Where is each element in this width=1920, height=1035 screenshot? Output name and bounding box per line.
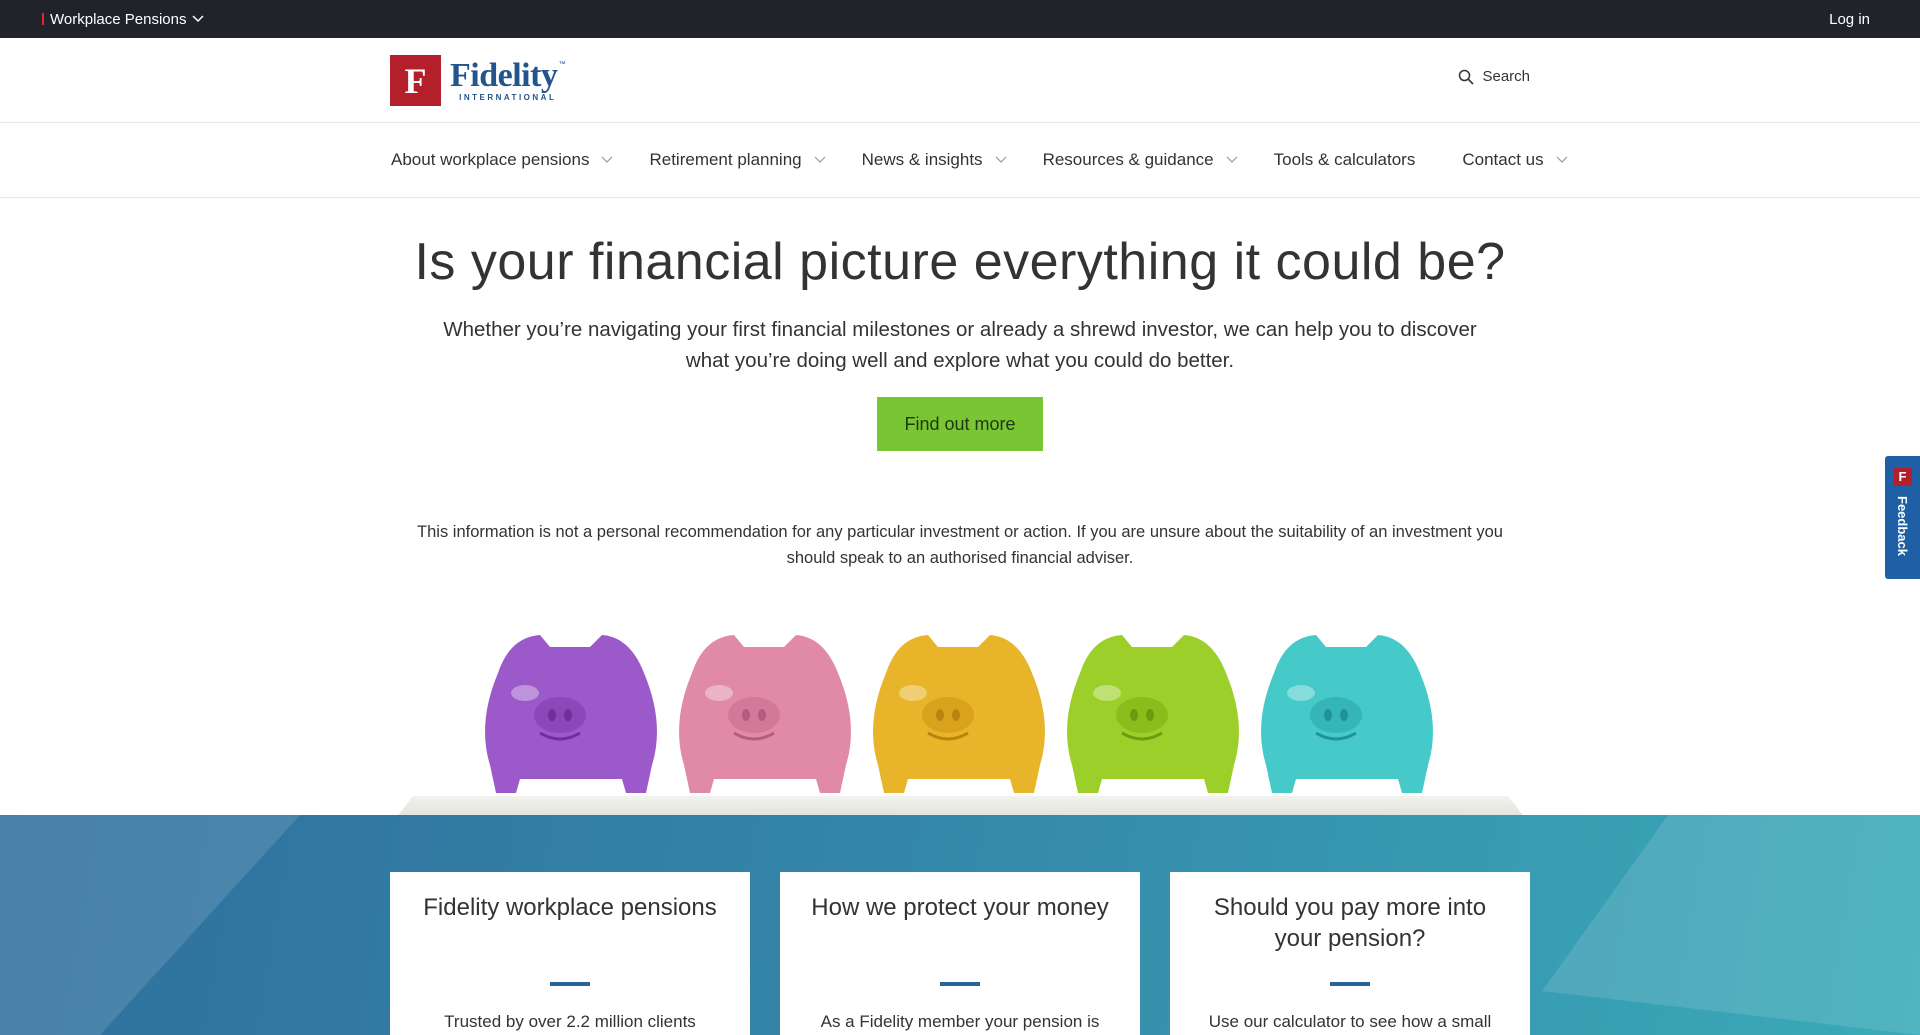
card-title: Fidelity workplace pensions bbox=[423, 894, 717, 921]
card-divider bbox=[550, 982, 590, 986]
site-header: F Fidelity ™ INTERNATIONAL Search bbox=[0, 38, 1920, 123]
search-icon bbox=[1459, 69, 1475, 85]
chevron-down-icon bbox=[1226, 156, 1238, 163]
card-text: Trusted by over 2.2 million clients bbox=[444, 1012, 696, 1031]
top-utility-bar: Workplace Pensions Log in bbox=[0, 0, 1920, 38]
feedback-logo-icon: F bbox=[1893, 468, 1912, 486]
nav-item-label: Retirement planning bbox=[649, 150, 802, 169]
logo-word: Fidelity bbox=[450, 57, 558, 94]
chevron-down-icon bbox=[1556, 156, 1568, 163]
hero-lead: Whether you’re navigating your first fin… bbox=[443, 318, 1477, 372]
background-facet bbox=[1542, 815, 1920, 1035]
site-switcher-label: Workplace Pensions bbox=[50, 10, 187, 28]
card-title: Should you pay more into your pension? bbox=[1213, 894, 1487, 952]
logo-mark: F bbox=[390, 55, 441, 106]
card-title: How we protect your money bbox=[811, 894, 1109, 921]
card-text: As a Fidelity member your pension is bbox=[820, 1012, 1100, 1031]
card-pay-more-into-pension[interactable]: Should you pay more into your pension? U… bbox=[1170, 872, 1530, 1035]
piggy-bank-teal bbox=[1261, 635, 1433, 793]
nav-item-label: Resources & guidance bbox=[1042, 150, 1214, 169]
logo-wordmark: Fidelity ™ INTERNATIONAL bbox=[450, 55, 566, 103]
nav-item-retirement-planning[interactable]: Retirement planning bbox=[649, 150, 826, 170]
hero-section: Is your financial picture everything it … bbox=[0, 232, 1920, 571]
search-label: Search bbox=[1482, 68, 1530, 85]
nav-item-tools-calculators[interactable]: Tools & calculators bbox=[1274, 150, 1416, 170]
chevron-down-icon bbox=[192, 15, 204, 23]
nav-item-label: News & insights bbox=[861, 150, 983, 169]
login-link[interactable]: Log in bbox=[1829, 11, 1870, 28]
card-divider bbox=[940, 982, 980, 986]
piggy-bank-banner-image bbox=[0, 611, 1920, 826]
nav-item-resources-guidance[interactable]: Resources & guidance bbox=[1043, 150, 1238, 170]
chevron-down-icon bbox=[814, 156, 826, 163]
piggy-bank-pink bbox=[679, 635, 851, 793]
card-how-we-protect-your-money[interactable]: How we protect your money As a Fidelity … bbox=[780, 872, 1140, 1035]
fidelity-logo[interactable]: F Fidelity ™ INTERNATIONAL bbox=[390, 55, 565, 106]
chevron-down-icon bbox=[602, 156, 613, 163]
search-button[interactable]: Search bbox=[1458, 68, 1530, 85]
nav-item-news-insights[interactable]: News & insights bbox=[862, 150, 1007, 170]
main-navigation: About workplace pensions Retirement plan… bbox=[0, 123, 1920, 198]
card-text: Use our calculator to see how a small bbox=[1208, 1012, 1492, 1031]
nav-item-label: Tools & calculators bbox=[1273, 150, 1416, 169]
nav-item-about-workplace-pensions[interactable]: About workplace pensions bbox=[391, 150, 613, 170]
chevron-down-icon bbox=[995, 156, 1006, 163]
piggy-bank-yellow bbox=[873, 635, 1045, 793]
logo-trademark: ™ bbox=[558, 61, 566, 68]
feedback-label: Feedback bbox=[1895, 496, 1910, 556]
nav-item-label: Contact us bbox=[1462, 150, 1544, 169]
piggy-bank-green bbox=[1067, 635, 1239, 793]
promo-cards-section: Fidelity workplace pensions Trusted by o… bbox=[0, 815, 1920, 1035]
card-divider bbox=[1330, 982, 1370, 986]
nav-item-contact-us[interactable]: Contact us bbox=[1462, 150, 1568, 170]
disclaimer-text: This information is not a personal recom… bbox=[417, 523, 1503, 567]
site-switcher[interactable]: Workplace Pensions bbox=[42, 11, 204, 28]
piggy-bank-purple bbox=[485, 635, 657, 793]
hero-title: Is your financial picture everything it … bbox=[414, 233, 1506, 291]
logo-subtitle: INTERNATIONAL bbox=[459, 93, 557, 102]
card-fidelity-workplace-pensions[interactable]: Fidelity workplace pensions Trusted by o… bbox=[390, 872, 750, 1035]
nav-item-label: About workplace pensions bbox=[391, 150, 590, 169]
find-out-more-button[interactable]: Find out more bbox=[877, 397, 1043, 451]
site-switcher-marker bbox=[42, 13, 44, 25]
feedback-tab[interactable]: F Feedback bbox=[1885, 456, 1920, 579]
